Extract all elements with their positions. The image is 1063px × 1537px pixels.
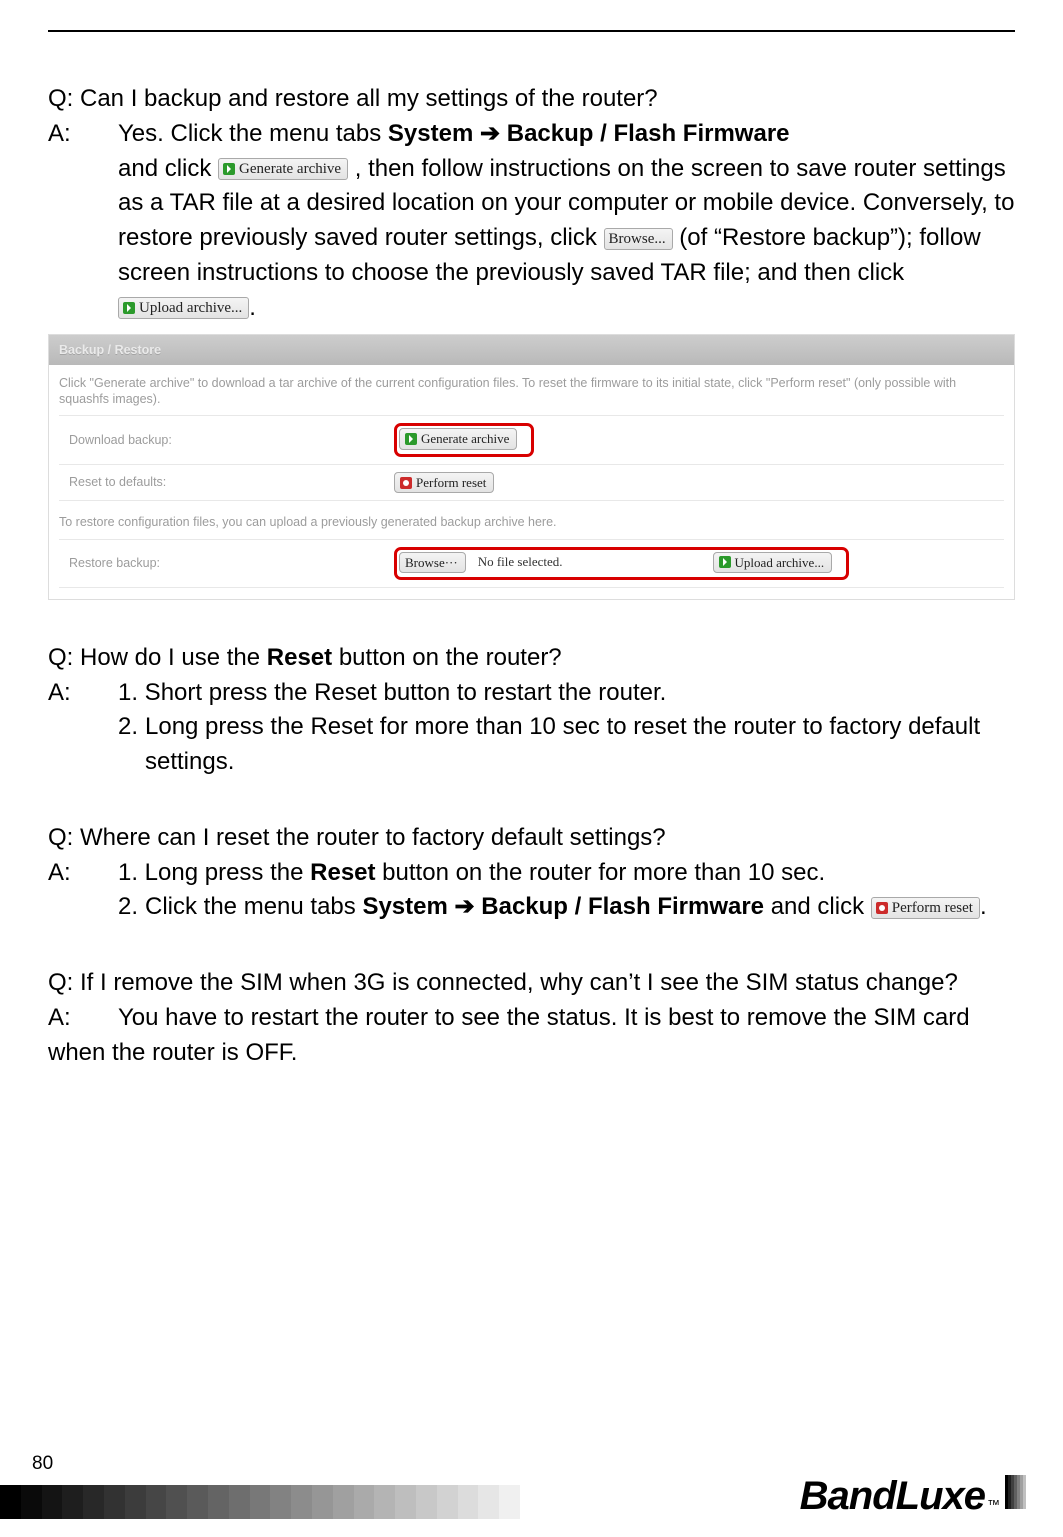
brand-text: BandLuxe	[800, 1474, 985, 1519]
answer-3-item-2-period: .	[980, 893, 987, 920]
answer-4: A:You have to restart the router to see …	[48, 1001, 1015, 1071]
answer-3-item-2-and-click: and click	[764, 893, 871, 920]
generate-archive-button[interactable]: Generate archive	[399, 428, 517, 450]
restore-backup-row: Restore backup: Browse··· No file select…	[59, 539, 1004, 589]
generate-archive-label: Generate archive	[239, 160, 341, 178]
upload-archive-button: Upload archive...	[118, 297, 249, 319]
answer-2-item-2-text: Long press the Reset for more than 10 se…	[145, 710, 1012, 780]
browse-file-button[interactable]: Browse···	[399, 552, 466, 574]
download-backup-row: Download backup: Generate archive	[59, 415, 1004, 465]
brand-tm: ™	[987, 1497, 999, 1512]
answer-3-prefix: A:	[48, 856, 96, 926]
question-2-post: button on the router?	[332, 644, 562, 671]
generate-archive-button: Generate archive	[218, 158, 348, 180]
play-icon	[123, 302, 135, 314]
play-icon	[719, 556, 731, 568]
play-icon	[223, 163, 235, 175]
brand-logo: BandLuxe™	[800, 1474, 1027, 1519]
restore-backup-label: Restore backup:	[69, 554, 394, 572]
upload-archive-label: Upload archive...	[735, 554, 825, 572]
answer-3-item-1-pre: 1. Long press the	[118, 859, 310, 886]
backup-restore-panel: Backup / Restore Click "Generate archive…	[48, 334, 1015, 601]
answer-2-item-2-num: 2.	[118, 710, 145, 745]
brand-gradient-bar	[1005, 1475, 1027, 1509]
panel-restore-description: To restore configuration files, you can …	[59, 508, 1004, 530]
footer-gradient-bar	[0, 1485, 520, 1519]
answer-2-item-1: 1. Short press the Reset button to resta…	[118, 676, 1015, 711]
question-2: Q: How do I use the Reset button on the …	[48, 641, 1015, 676]
perform-reset-button[interactable]: Perform reset	[394, 472, 494, 494]
answer-3-item-1: 1. Long press the Reset button on the ro…	[118, 856, 1015, 891]
perform-reset-label: Perform reset	[892, 899, 973, 917]
upload-archive-button[interactable]: Upload archive...	[713, 552, 833, 574]
answer-1-period: .	[249, 294, 256, 321]
answer-1-menu-path: System ➔ Backup / Flash Firmware	[388, 120, 790, 147]
page-number: 80	[0, 1453, 1063, 1475]
reset-defaults-label: Reset to defaults:	[69, 473, 394, 491]
question-1: Q: Can I backup and restore all my setti…	[48, 82, 1015, 117]
answer-3-item-2: 2.Click the menu tabs System ➔ Backup / …	[118, 890, 1015, 925]
page-header-rule	[48, 30, 1015, 32]
answer-3-item-2-pre: Click the menu tabs	[145, 893, 362, 920]
perform-reset-label: Perform reset	[416, 474, 486, 492]
question-2-pre: Q: How do I use the	[48, 644, 267, 671]
answer-1-and-click: and click	[118, 155, 218, 182]
stop-icon	[400, 477, 412, 489]
panel-title: Backup / Restore	[49, 335, 1014, 365]
download-backup-label: Download backup:	[69, 431, 394, 449]
upload-archive-label: Upload archive...	[139, 299, 242, 317]
browse-button: Browse...	[604, 228, 673, 250]
answer-4-prefix: A:	[48, 1001, 118, 1036]
answer-3-item-2-bold: System ➔ Backup / Flash Firmware	[362, 893, 764, 920]
page-footer: 80 BandLuxe™	[0, 1453, 1063, 1519]
question-2-bold: Reset	[267, 644, 332, 671]
perform-reset-button-inline: Perform reset	[871, 897, 980, 919]
answer-3-item-1-bold: Reset	[310, 859, 375, 886]
answer-3-item-1-post: button on the router for more than 10 se…	[376, 859, 826, 886]
question-4: Q: If I remove the SIM when 3G is connec…	[48, 966, 1015, 1001]
reset-defaults-row: Reset to defaults: Perform reset	[59, 464, 1004, 502]
no-file-selected-text: No file selected.	[478, 553, 563, 572]
stop-icon	[876, 902, 888, 914]
play-icon	[405, 433, 417, 445]
browse-file-label: Browse···	[405, 554, 458, 572]
answer-2-prefix: A:	[48, 676, 96, 780]
generate-archive-label: Generate archive	[421, 430, 509, 448]
browse-label: Browse...	[609, 230, 666, 248]
answer-1-intro: Yes. Click the menu tabs	[118, 120, 388, 147]
panel-description: Click "Generate archive" to download a t…	[59, 375, 1004, 408]
question-3: Q: Where can I reset the router to facto…	[48, 821, 1015, 856]
answer-4-text: You have to restart the router to see th…	[48, 1004, 970, 1066]
answer-1-prefix: A:	[48, 117, 96, 326]
